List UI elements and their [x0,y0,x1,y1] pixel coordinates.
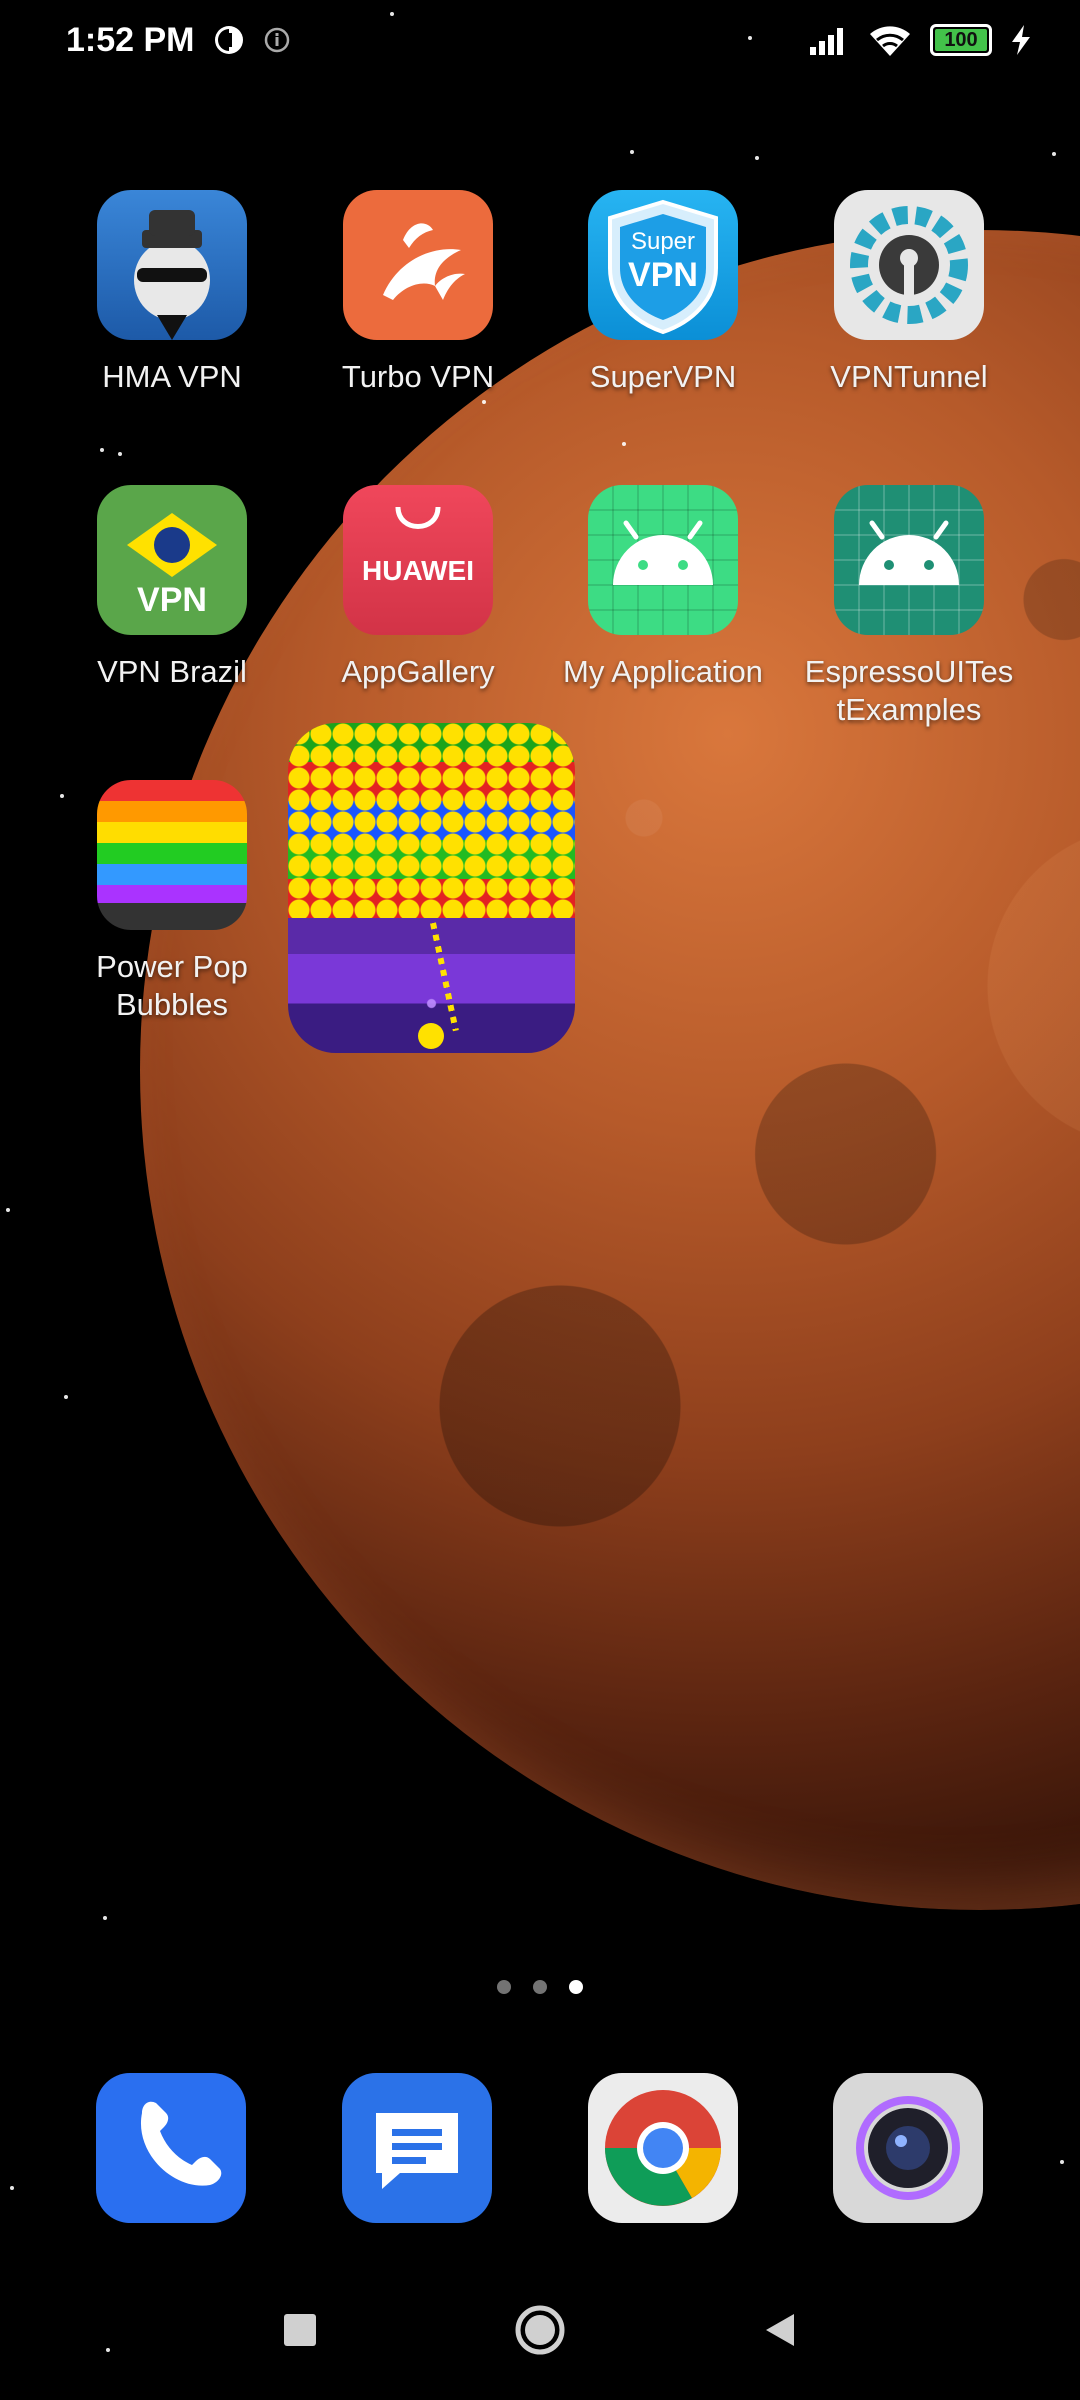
home-screen: 1:52 PM 100 HMA VPN Turbo VPN Super VPN … [0,0,1080,2400]
recents-button[interactable] [260,2290,340,2370]
app-power-pop-bubbles[interactable]: Power Pop Bubbles [57,780,287,1024]
bubble-shooter-widget[interactable] [288,723,575,1053]
star [622,442,626,446]
app-espresso-ui-test-examples[interactable]: EspressoUITes tExamples [794,485,1024,729]
charging-icon [1010,24,1032,56]
bubble-grid [288,723,575,918]
phone-icon[interactable] [96,2073,246,2223]
app-label: HMA VPN [102,359,242,394]
app-label: AppGallery [341,654,495,689]
app-vpn-brazil[interactable]: VPN VPN Brazil [57,485,287,691]
aim-line [430,922,459,1032]
clock: 1:52 PM [66,20,195,59]
star [64,1395,68,1399]
app-label: VPN Brazil [97,654,247,689]
app-hma-vpn[interactable]: HMA VPN [57,190,287,396]
app-label: Power Pop Bubbles [96,949,248,1022]
chrome-icon[interactable] [588,2073,738,2223]
back-button[interactable] [740,2290,820,2370]
star [755,156,759,160]
info-icon [263,26,291,54]
star [482,400,486,404]
wifi-icon [868,23,912,57]
power-pop-bubbles-icon [97,780,247,930]
shooter-ball [418,1023,444,1049]
page-dot-3-active[interactable] [569,1980,583,1994]
app-label: SuperVPN [589,359,737,394]
camera-icon[interactable] [833,2073,983,2223]
vpntunnel-icon [834,190,984,340]
signal-icon [808,25,850,55]
mars-planet [140,230,1080,1910]
app-vpntunnel[interactable]: VPNTunnel [794,190,1024,396]
app-appgallery[interactable]: HUAWEI AppGallery [303,485,533,691]
page-dot-2[interactable] [533,1980,547,1994]
star [118,452,122,456]
supervpn-icon: Super VPN [588,190,738,340]
appgallery-icon: HUAWEI [343,485,493,635]
app-label: EspressoUITes tExamples [804,654,1014,727]
star [6,1208,10,1212]
huawei-text: HUAWEI [362,555,474,586]
vpn-brazil-text: VPN [137,581,207,619]
app-my-application[interactable]: My Application [548,485,778,691]
home-button[interactable] [500,2290,580,2370]
supervpn-vpn-text: VPN [628,256,698,294]
android-icon [588,485,738,635]
vpn-brazil-icon: VPN [97,485,247,635]
app-supervpn[interactable]: Super VPN SuperVPN [548,190,778,396]
star [1060,2160,1064,2164]
star [100,448,104,452]
star [630,150,634,154]
page-dot-1[interactable] [497,1980,511,1994]
navigation-bar [0,2260,1080,2400]
star [103,1916,107,1920]
app-label: My Application [563,654,763,689]
app-turbo-vpn[interactable]: Turbo VPN [303,190,533,396]
status-bar: 1:52 PM 100 [0,0,1080,80]
app-label: VPNTunnel [830,359,988,394]
android-icon [834,485,984,635]
page-indicator[interactable] [0,1980,1080,1994]
star [1052,152,1056,156]
star [10,2186,14,2190]
app-label: Turbo VPN [341,359,495,394]
hma-vpn-icon [97,190,247,340]
battery-level: 100 [944,28,978,51]
data-saver-icon [213,24,245,56]
supervpn-super-text: Super [630,228,696,255]
turbo-vpn-icon [343,190,493,340]
messages-icon[interactable] [342,2073,492,2223]
battery-icon: 100 [930,24,992,56]
